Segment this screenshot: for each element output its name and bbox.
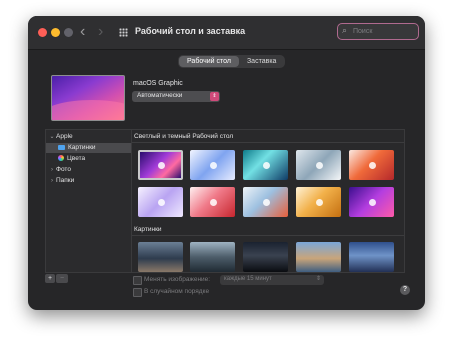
dynamic-indicator-icon <box>209 199 217 206</box>
wallpaper-thumbnail[interactable] <box>349 187 394 217</box>
wallpaper-thumbnail[interactable] <box>243 187 288 217</box>
dynamic-indicator-icon <box>315 162 323 169</box>
picture-thumbnail[interactable] <box>190 242 235 272</box>
sidebar-item-apple[interactable]: ⌄Apple <box>48 132 73 142</box>
wallpaper-browser: Светлый и темный Рабочий стол Картинки <box>131 129 405 273</box>
sidebar-item-label: Папки <box>56 177 75 184</box>
tab-desktop[interactable]: Рабочий стол <box>179 56 239 67</box>
sources-sidebar: ⌄Apple Картинки Цвета › Фото › Папки <box>45 129 132 273</box>
picture-thumbnail[interactable] <box>243 242 288 272</box>
section-header-dynamic: Светлый и темный Рабочий стол <box>134 133 234 140</box>
zoom-button[interactable] <box>64 28 73 37</box>
sidebar-item-folders[interactable]: › Папки <box>48 176 74 186</box>
search-field[interactable]: ⌕ <box>337 23 419 40</box>
updown-arrow-icon: ⇕ <box>210 92 219 101</box>
forward-icon[interactable]: › <box>98 23 103 41</box>
chevron-down-icon[interactable]: ⌄ <box>48 132 56 142</box>
divider <box>132 142 404 143</box>
show-all-grid-icon[interactable] <box>119 28 128 37</box>
random-order-label: В случайном порядке <box>144 288 210 295</box>
dynamic-indicator-icon <box>157 162 165 169</box>
section-header-pictures: Картинки <box>134 226 162 233</box>
back-icon[interactable]: ‹ <box>80 23 85 41</box>
tab-bar: Рабочий стол Заставка <box>178 55 286 68</box>
dynamic-indicator-icon <box>315 199 323 206</box>
sidebar-item-label: Apple <box>56 133 73 140</box>
wallpaper-name: macOS Graphic <box>133 80 183 87</box>
picture-thumbnail[interactable] <box>138 242 183 272</box>
close-button[interactable] <box>38 28 47 37</box>
appearance-select[interactable]: Автоматически ⇕ <box>132 91 220 102</box>
sidebar-item-photos[interactable]: › Фото <box>48 165 71 175</box>
wallpaper-thumbnail[interactable] <box>243 150 288 180</box>
divider <box>132 235 404 236</box>
picture-thumbnail[interactable] <box>296 242 341 272</box>
folder-icon <box>58 144 65 150</box>
dynamic-indicator-icon <box>209 162 217 169</box>
wallpaper-thumbnail[interactable] <box>296 150 341 180</box>
sidebar-item-label: Цвета <box>67 155 86 162</box>
system-preferences-window: ‹ › Рабочий стол и заставка ⌕ Рабочий ст… <box>28 16 425 310</box>
interval-select[interactable]: каждые 15 минут ⇕ <box>220 275 324 285</box>
remove-folder-button[interactable]: − <box>56 274 68 283</box>
colors-icon <box>58 155 64 162</box>
wallpaper-thumbnail[interactable] <box>138 150 183 180</box>
titlebar: ‹ › Рабочий стол и заставка ⌕ <box>28 16 425 50</box>
wallpaper-thumbnail[interactable] <box>138 187 183 217</box>
sidebar-item-label: Картинки <box>68 144 96 151</box>
chevron-right-icon[interactable]: › <box>48 165 56 175</box>
random-order-checkbox[interactable] <box>133 288 142 297</box>
dynamic-indicator-icon <box>262 162 270 169</box>
sidebar-item-colors[interactable]: Цвета <box>58 154 85 164</box>
wallpaper-thumbnail[interactable] <box>349 150 394 180</box>
wallpaper-thumbnail[interactable] <box>190 150 235 180</box>
dynamic-indicator-icon <box>157 199 165 206</box>
dynamic-indicator-icon <box>262 199 270 206</box>
window-title: Рабочий стол и заставка <box>135 26 246 36</box>
tab-screensaver[interactable]: Заставка <box>239 56 284 67</box>
updown-arrow-icon: ⇕ <box>315 276 321 282</box>
current-wallpaper-preview <box>51 75 125 121</box>
dynamic-indicator-icon <box>368 199 376 206</box>
search-input[interactable] <box>353 26 413 37</box>
chevron-right-icon[interactable]: › <box>48 176 56 186</box>
change-picture-label: Менять изображение: <box>144 276 211 283</box>
dynamic-indicator-icon <box>368 162 376 169</box>
sidebar-item-label: Фото <box>56 166 71 173</box>
minimize-button[interactable] <box>51 28 60 37</box>
wallpaper-thumbnail[interactable] <box>190 187 235 217</box>
change-picture-checkbox[interactable] <box>133 276 142 285</box>
wallpaper-thumbnail[interactable] <box>296 187 341 217</box>
interval-select-value: каждые 15 минут <box>224 276 272 282</box>
search-icon: ⌕ <box>342 25 348 35</box>
appearance-select-value: Автоматически <box>137 92 183 99</box>
help-button[interactable]: ? <box>400 285 410 295</box>
picture-thumbnail[interactable] <box>349 242 394 272</box>
sidebar-item-pictures[interactable]: Картинки <box>46 143 131 153</box>
add-folder-button[interactable]: + <box>45 274 55 283</box>
